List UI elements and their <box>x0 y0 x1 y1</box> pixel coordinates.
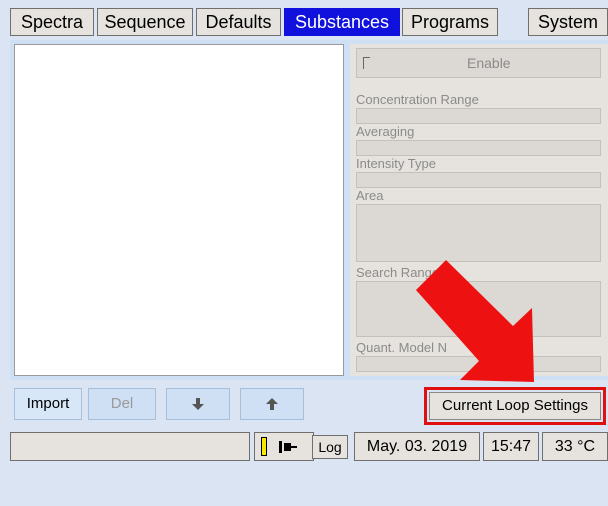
tab-system[interactable]: System <box>528 8 608 36</box>
averaging-field[interactable] <box>356 140 601 156</box>
import-button[interactable]: Import <box>14 388 82 420</box>
temperature-display: 33 °C <box>542 432 608 461</box>
time-display: 15:47 <box>483 432 539 461</box>
move-down-button[interactable] <box>166 388 230 420</box>
arrow-down-icon <box>192 398 204 410</box>
arrow-up-icon <box>266 398 278 410</box>
status-empty-field <box>10 432 250 461</box>
enable-checkbox[interactable] <box>363 57 370 69</box>
move-up-button[interactable] <box>240 388 304 420</box>
area-label: Area <box>356 188 384 203</box>
tab-defaults[interactable]: Defaults <box>196 8 281 36</box>
enable-label: Enable <box>467 55 511 71</box>
concentration-range-label: Concentration Range <box>356 92 479 107</box>
indicator-box <box>254 432 314 461</box>
plug-icon <box>279 441 297 453</box>
tab-substances[interactable]: Substances <box>284 8 400 36</box>
averaging-label: Averaging <box>356 124 415 139</box>
intensity-type-field[interactable] <box>356 172 601 188</box>
red-arrow-annotation <box>416 260 534 382</box>
area-field[interactable] <box>356 204 601 262</box>
delete-button[interactable]: Del <box>88 388 156 420</box>
log-button[interactable]: Log <box>312 435 348 459</box>
tab-sequence[interactable]: Sequence <box>97 8 193 36</box>
yellow-indicator-icon <box>261 437 267 456</box>
intensity-type-label: Intensity Type <box>356 156 436 171</box>
current-loop-settings-button[interactable]: Current Loop Settings <box>429 392 601 420</box>
substance-list[interactable] <box>14 44 344 376</box>
date-display: May. 03. 2019 <box>354 432 480 461</box>
tab-spectra[interactable]: Spectra <box>10 8 94 36</box>
concentration-range-field[interactable] <box>356 108 601 124</box>
tab-programs[interactable]: Programs <box>402 8 498 36</box>
enable-checkbox-row[interactable]: Enable <box>356 48 601 78</box>
